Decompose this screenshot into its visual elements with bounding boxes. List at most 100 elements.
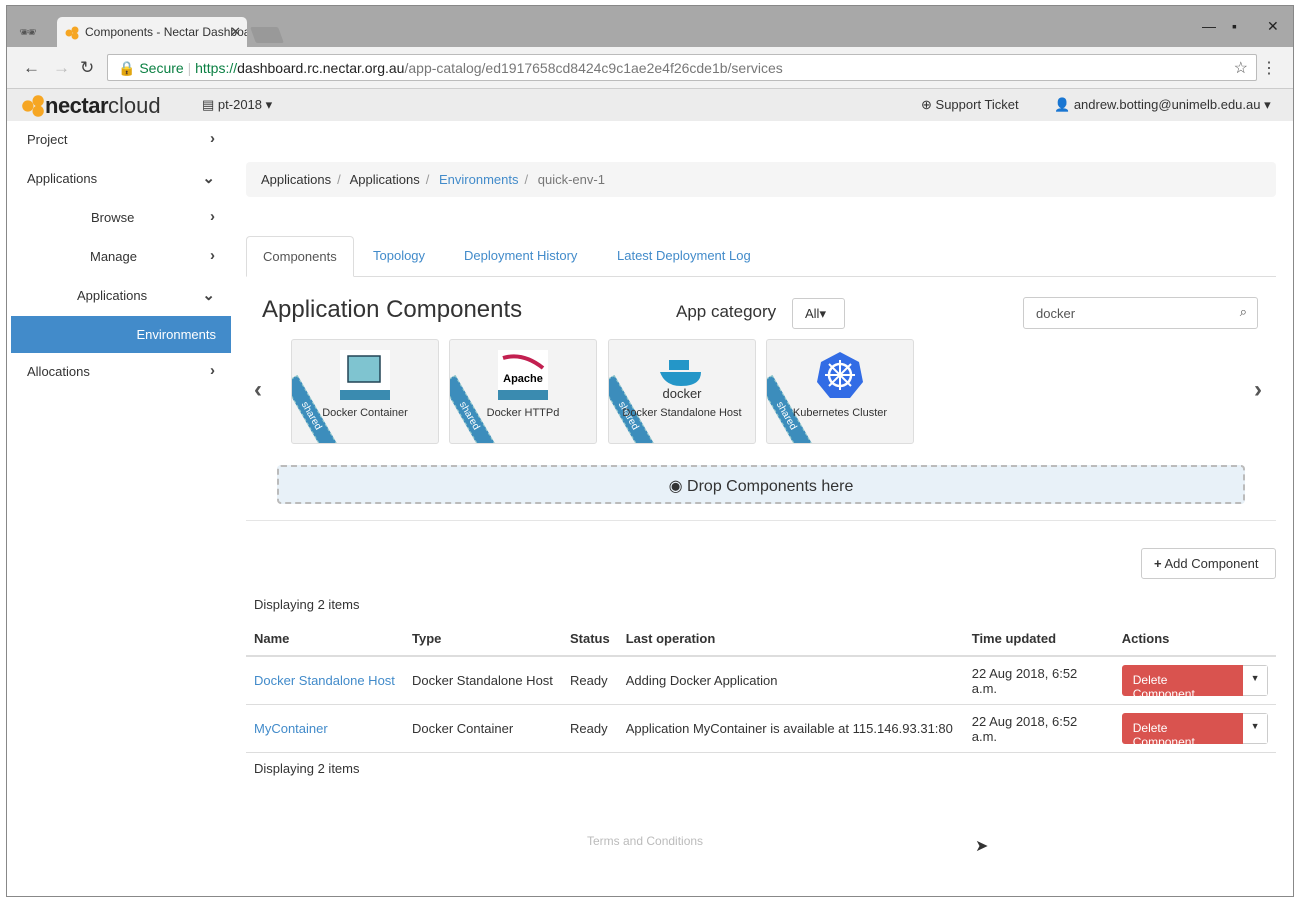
docker-container-icon bbox=[340, 350, 390, 400]
components-table: Name Type Status Last operation Time upd… bbox=[246, 621, 1276, 753]
component-card[interactable]: shared Kubernetes Cluster bbox=[766, 339, 914, 444]
svg-text:Apache: Apache bbox=[503, 373, 543, 385]
drop-label: Drop Components here bbox=[687, 478, 854, 495]
column-header: Name bbox=[246, 621, 404, 657]
tab-bar: Components Topology Deployment History L… bbox=[246, 236, 1276, 277]
breadcrumb-item: Applications bbox=[349, 172, 420, 187]
last-operation: Adding Docker Application bbox=[617, 656, 964, 705]
minimize-icon[interactable]: — bbox=[1202, 18, 1216, 34]
chevron-right-icon: › bbox=[210, 208, 215, 225]
column-header: Type bbox=[404, 621, 562, 657]
bookmark-star-icon[interactable]: ☆ bbox=[1234, 58, 1248, 78]
nectar-favicon-icon bbox=[65, 26, 79, 40]
item-count-bottom: Displaying 2 items bbox=[254, 761, 360, 776]
app-category-dropdown[interactable]: All▾ bbox=[792, 298, 845, 329]
chevron-down-icon: ⌄ bbox=[202, 287, 215, 304]
breadcrumb-link-environments[interactable]: Environments bbox=[439, 172, 518, 187]
sidebar-item-applications-sub[interactable]: Applications ⌄ bbox=[11, 277, 231, 316]
logo-text-bold: nectar bbox=[45, 93, 109, 118]
component-card[interactable]: docker shared Docker Standalone Host bbox=[608, 339, 756, 444]
carousel-prev-icon[interactable]: ‹ bbox=[254, 376, 262, 404]
apache-docker-icon: Apache bbox=[498, 350, 548, 400]
browser-menu-icon[interactable]: ⋮ bbox=[1261, 58, 1277, 78]
search-icon[interactable]: ⌕ bbox=[1240, 304, 1247, 320]
back-icon[interactable]: ← bbox=[23, 58, 40, 78]
maximize-icon[interactable]: ▪ bbox=[1232, 18, 1237, 34]
last-operation: Application MyContainer is available at … bbox=[617, 704, 964, 753]
tab-deployment-history[interactable]: Deployment History bbox=[448, 236, 593, 277]
actions-group: Delete Component ▼ bbox=[1121, 665, 1268, 696]
card-name: Docker Standalone Host bbox=[622, 407, 742, 419]
component-status: Ready bbox=[562, 656, 618, 705]
tab-topology[interactable]: Topology bbox=[357, 236, 441, 277]
table-row: MyContainer Docker Container Ready Appli… bbox=[246, 704, 1276, 753]
actions-dropdown-caret-icon[interactable]: ▼ bbox=[1243, 713, 1268, 744]
project-dropdown[interactable]: ▤ pt-2018 ▾ bbox=[202, 97, 272, 113]
mouse-cursor-icon: ➤ bbox=[975, 838, 989, 855]
search-value: docker bbox=[1036, 306, 1076, 321]
app-category-label: App category bbox=[676, 302, 777, 321]
add-component-button[interactable]: + Add Component bbox=[1141, 548, 1276, 579]
user-dropdown[interactable]: 👤 andrew.botting@unimelb.edu.au ▾ bbox=[1054, 97, 1271, 113]
sidebar-item-project[interactable]: Project › bbox=[11, 121, 231, 160]
url-host: dashboard.rc.nectar.org.au bbox=[237, 60, 405, 76]
breadcrumb: Applications / Applications / Environments… bbox=[246, 162, 1276, 197]
url-input[interactable]: 🔒 Secure | https://dashboard.rc.nectar.o… bbox=[107, 54, 1257, 81]
drop-zone[interactable]: ◉ Drop Components here bbox=[277, 465, 1245, 504]
logo-text-light: cloud bbox=[108, 93, 161, 118]
table-header-row: Name Type Status Last operation Time upd… bbox=[246, 621, 1276, 657]
item-count-top: Displaying 2 items bbox=[254, 597, 360, 612]
component-card[interactable]: shared Docker Container bbox=[291, 339, 439, 444]
component-status: Ready bbox=[562, 704, 618, 753]
tab-title: Components - Nectar Dashboard bbox=[85, 25, 247, 39]
secure-label: Secure bbox=[139, 60, 184, 76]
plus-icon: + bbox=[1154, 556, 1162, 571]
component-name-link[interactable]: Docker Standalone Host bbox=[254, 673, 395, 688]
user-email: andrew.botting@unimelb.edu.au bbox=[1073, 97, 1261, 112]
carousel-next-icon[interactable]: › bbox=[1254, 376, 1262, 404]
sidebar-label: Environments bbox=[136, 327, 216, 342]
card-name: Docker Container bbox=[322, 407, 408, 419]
new-tab-button[interactable] bbox=[250, 27, 284, 43]
forward-icon[interactable]: → bbox=[53, 58, 70, 78]
project-name: pt-2018 bbox=[217, 97, 263, 112]
support-ticket-link[interactable]: ⊕ Support Ticket bbox=[921, 97, 1019, 113]
support-label: Support Ticket bbox=[935, 97, 1019, 112]
breadcrumb-current: quick-env-1 bbox=[537, 172, 605, 187]
component-card[interactable]: Apache shared Docker HTTPd bbox=[449, 339, 597, 444]
column-header: Time updated bbox=[963, 621, 1114, 657]
close-tab-icon[interactable]: ✕ bbox=[230, 24, 241, 40]
close-window-icon[interactable]: ✕ bbox=[1267, 18, 1279, 35]
page-title: Application Components bbox=[262, 296, 523, 323]
project-icon: ▤ bbox=[202, 97, 215, 112]
lifebuoy-icon: ⊕ bbox=[921, 97, 932, 112]
browser-tab[interactable]: Components - Nectar Dashboard ✕ bbox=[57, 17, 247, 47]
nectar-logo[interactable]: nectar cloud bbox=[21, 93, 161, 119]
sidebar-label: Applications bbox=[77, 288, 148, 303]
url-path: /app-catalog/ed1917658cd8424c9c1ae2e4f26… bbox=[404, 60, 783, 76]
sidebar-item-environments[interactable]: Environments bbox=[11, 316, 231, 353]
browser-window: 🕶 Components - Nectar Dashboard ✕ — ▪ ✕ … bbox=[6, 5, 1294, 897]
component-name-link[interactable]: MyContainer bbox=[254, 721, 328, 736]
breadcrumb-item: Applications bbox=[261, 172, 332, 187]
delete-component-button[interactable]: Delete Component bbox=[1121, 665, 1244, 696]
sidebar-item-manage[interactable]: Manage › bbox=[11, 238, 231, 277]
tab-latest-deployment-log[interactable]: Latest Deployment Log bbox=[601, 236, 767, 277]
sidebar-item-browse[interactable]: Browse › bbox=[11, 199, 231, 238]
sidebar-label: Browse bbox=[91, 210, 135, 225]
kubernetes-icon bbox=[817, 352, 863, 398]
tab-strip: 🕶 Components - Nectar Dashboard ✕ — ▪ ✕ bbox=[7, 6, 1293, 47]
actions-dropdown-caret-icon[interactable]: ▼ bbox=[1243, 665, 1268, 696]
time-updated: 22 Aug 2018, 6:52 a.m. bbox=[963, 704, 1114, 753]
reload-icon[interactable]: ↻ bbox=[80, 58, 94, 78]
terms-link[interactable]: Terms and Conditions bbox=[587, 834, 703, 848]
divider bbox=[246, 520, 1276, 521]
add-component-label: Add Component bbox=[1164, 556, 1259, 571]
tab-components[interactable]: Components bbox=[246, 236, 354, 277]
sidebar-item-applications[interactable]: Applications ⌄ bbox=[11, 160, 231, 199]
docker-whale-icon: docker bbox=[660, 360, 702, 400]
incognito-icon: 🕶 bbox=[19, 24, 37, 40]
sidebar-item-allocations[interactable]: Allocations › bbox=[11, 353, 231, 392]
delete-component-button[interactable]: Delete Component bbox=[1121, 713, 1244, 744]
search-input[interactable]: docker ⌕ bbox=[1023, 297, 1258, 329]
